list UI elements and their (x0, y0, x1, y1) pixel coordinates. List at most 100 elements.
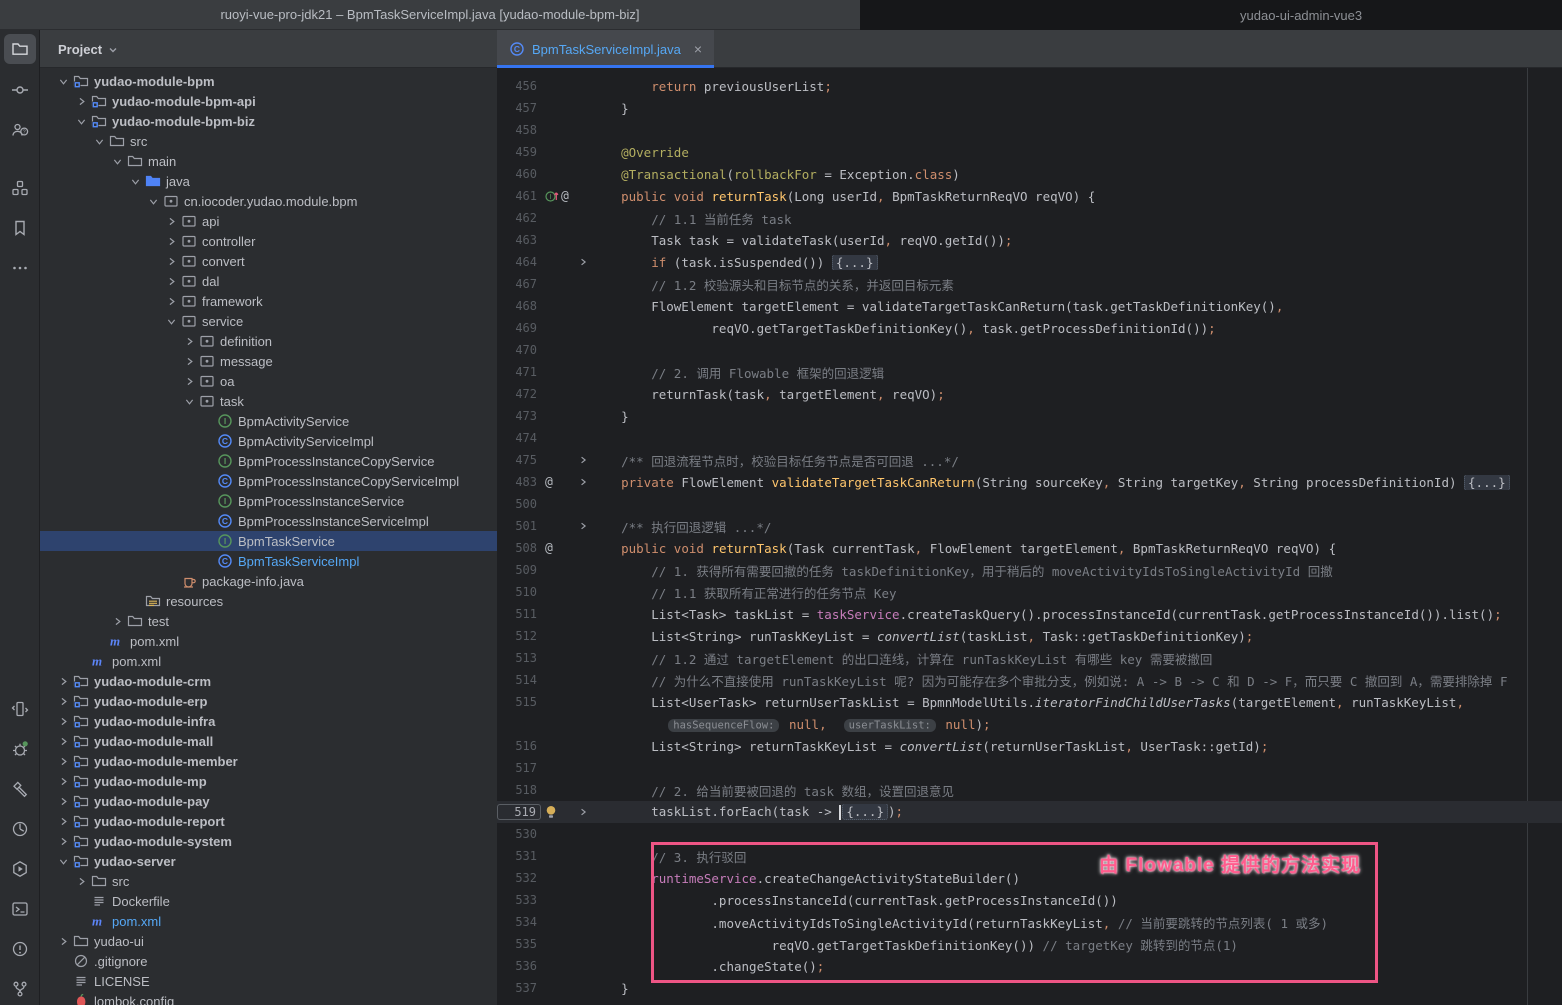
tree-item[interactable]: IBpmActivityService (40, 411, 497, 431)
tree-item[interactable]: yudao-module-mp (40, 771, 497, 791)
folded-region[interactable]: {...} (842, 804, 888, 820)
tree-item[interactable]: IBpmTaskService (40, 531, 497, 551)
chevron-icon[interactable] (72, 96, 90, 107)
tree-item[interactable]: mpom.xml (40, 911, 497, 931)
code-line[interactable]: 519 taskList.forEach(task -> {...}); (497, 801, 1562, 823)
code-editor[interactable]: 456 return previousUserList;457 }458459 … (497, 68, 1562, 1005)
debug-icon[interactable] (4, 729, 36, 769)
chevron-icon[interactable] (72, 116, 90, 127)
code-line[interactable]: 532 runtimeService.createChangeActivityS… (497, 867, 1562, 889)
tree-item[interactable]: framework (40, 291, 497, 311)
terminal-icon[interactable] (4, 889, 36, 929)
code-line[interactable]: 513 // 1.2 通过 targetElement 的出口连线，计算在 ru… (497, 647, 1562, 669)
commit-icon[interactable] (4, 70, 36, 110)
tree-item[interactable]: cn.iocoder.yudao.module.bpm (40, 191, 497, 211)
code-line[interactable]: 461I@ public void returnTask(Long userId… (497, 185, 1562, 207)
chevron-icon[interactable] (144, 196, 162, 207)
chevron-icon[interactable] (180, 376, 198, 387)
code-line[interactable]: 464 if (task.isSuspended()) {...} (497, 251, 1562, 273)
run-targets-icon[interactable] (4, 849, 36, 889)
chevron-icon[interactable] (54, 756, 72, 767)
folded-region[interactable]: {...} (1464, 475, 1510, 490)
code-line[interactable]: 471 // 2. 调用 Flowable 框架的回退逻辑 (497, 361, 1562, 383)
tree-item[interactable]: mpom.xml (40, 631, 497, 651)
bookmarks-icon[interactable] (4, 208, 36, 248)
collaboration-icon[interactable]: ? (4, 110, 36, 150)
code-line[interactable]: 534 .moveActivityIdsToSingleActivityId(r… (497, 911, 1562, 933)
chevron-icon[interactable] (54, 936, 72, 947)
chevron-icon[interactable] (54, 776, 72, 787)
tree-item[interactable]: CBpmTaskServiceImpl (40, 551, 497, 571)
tree-item[interactable]: LICENSE (40, 971, 497, 991)
chevron-icon[interactable] (72, 876, 90, 887)
code-line[interactable]: 517 (497, 757, 1562, 779)
code-line[interactable]: 483@ private FlowElement validateTargetT… (497, 471, 1562, 493)
chevron-icon[interactable] (54, 816, 72, 827)
tree-item[interactable]: yudao-module-report (40, 811, 497, 831)
fold-arrow-icon[interactable] (575, 257, 591, 267)
code-line[interactable]: 508@ public void returnTask(Task current… (497, 537, 1562, 559)
tree-item[interactable]: Dockerfile (40, 891, 497, 911)
tree-item[interactable]: yudao-module-mall (40, 731, 497, 751)
tree-item[interactable]: yudao-module-pay (40, 791, 497, 811)
code-line[interactable]: 500 (497, 493, 1562, 515)
code-line[interactable]: 518 // 2. 给当前要被回退的 task 数组，设置回退意见 (497, 779, 1562, 801)
code-line[interactable]: 535 reqVO.getTargetTaskDefinitionKey()) … (497, 933, 1562, 955)
build-icon[interactable] (4, 769, 36, 809)
fold-arrow-icon[interactable] (575, 455, 591, 465)
tree-item[interactable]: resources (40, 591, 497, 611)
fold-arrow-icon[interactable] (575, 807, 591, 817)
tree-item[interactable]: definition (40, 331, 497, 351)
fold-arrow-icon[interactable] (575, 477, 591, 487)
code-line[interactable]: 475 /** 回退流程节点时，校验目标任务节点是否可回退 ...*/ (497, 449, 1562, 471)
chevron-icon[interactable] (54, 716, 72, 727)
code-line[interactable]: 469 reqVO.getTargetTaskDefinitionKey(), … (497, 317, 1562, 339)
code-line[interactable]: 463 Task task = validateTask(userId, req… (497, 229, 1562, 251)
tree-item[interactable]: yudao-module-bpm (40, 71, 497, 91)
tree-item[interactable]: src (40, 131, 497, 151)
code-line[interactable]: 536 .changeState(); (497, 955, 1562, 977)
chevron-icon[interactable] (108, 156, 126, 167)
tree-item[interactable]: yudao-module-erp (40, 691, 497, 711)
code-line[interactable]: 511 List<Task> taskList = taskService.cr… (497, 603, 1562, 625)
tree-item[interactable]: java (40, 171, 497, 191)
structure-icon[interactable] (4, 168, 36, 208)
tree-item[interactable]: src (40, 871, 497, 891)
tree-item[interactable]: lombok.config (40, 991, 497, 1005)
chevron-icon[interactable] (126, 176, 144, 187)
chevron-icon[interactable] (54, 696, 72, 707)
tree-item[interactable]: mpom.xml (40, 651, 497, 671)
tree-item[interactable]: api (40, 211, 497, 231)
code-line[interactable]: hasSequenceFlow: null, userTaskList: nul… (497, 713, 1562, 735)
tree-item[interactable]: dal (40, 271, 497, 291)
tree-item[interactable]: convert (40, 251, 497, 271)
tree-item[interactable]: CBpmProcessInstanceCopyServiceImpl (40, 471, 497, 491)
chevron-icon[interactable] (162, 236, 180, 247)
code-line[interactable]: 459 @Override (497, 141, 1562, 163)
profiler-icon[interactable] (4, 809, 36, 849)
tree-item[interactable]: CBpmProcessInstanceServiceImpl (40, 511, 497, 531)
fold-arrow-icon[interactable] (575, 521, 591, 531)
chevron-icon[interactable] (90, 136, 108, 147)
code-line[interactable]: 467 // 1.2 校验源头和目标节点的关系，并返回目标元素 (497, 273, 1562, 295)
code-line[interactable]: 512 List<String> runTaskKeyList = conver… (497, 625, 1562, 647)
code-line[interactable]: 458 (497, 119, 1562, 141)
chevron-icon[interactable] (162, 296, 180, 307)
code-line[interactable]: 515 List<UserTask> returnUserTaskList = … (497, 691, 1562, 713)
chevron-icon[interactable] (162, 216, 180, 227)
code-line[interactable]: 473 } (497, 405, 1562, 427)
code-line[interactable]: 533 .processInstanceId(currentTask.getPr… (497, 889, 1562, 911)
tree-item[interactable]: oa (40, 371, 497, 391)
code-line[interactable]: 509 // 1. 获得所有需要回撤的任务 taskDefinitionKey，… (497, 559, 1562, 581)
chevron-icon[interactable] (54, 856, 72, 867)
chevron-icon[interactable] (162, 316, 180, 327)
version-control-icon[interactable] (4, 969, 36, 1005)
code-line[interactable]: 474 (497, 427, 1562, 449)
code-line[interactable]: 537 } (497, 977, 1562, 999)
tree-item[interactable]: message (40, 351, 497, 371)
chevron-icon[interactable] (54, 676, 72, 687)
tree-item[interactable]: yudao-module-bpm-biz (40, 111, 497, 131)
more-tool-windows-icon[interactable] (4, 248, 36, 288)
code-line[interactable]: 510 // 1.1 获取所有正常进行的任务节点 Key (497, 581, 1562, 603)
code-line[interactable]: 470 (497, 339, 1562, 361)
